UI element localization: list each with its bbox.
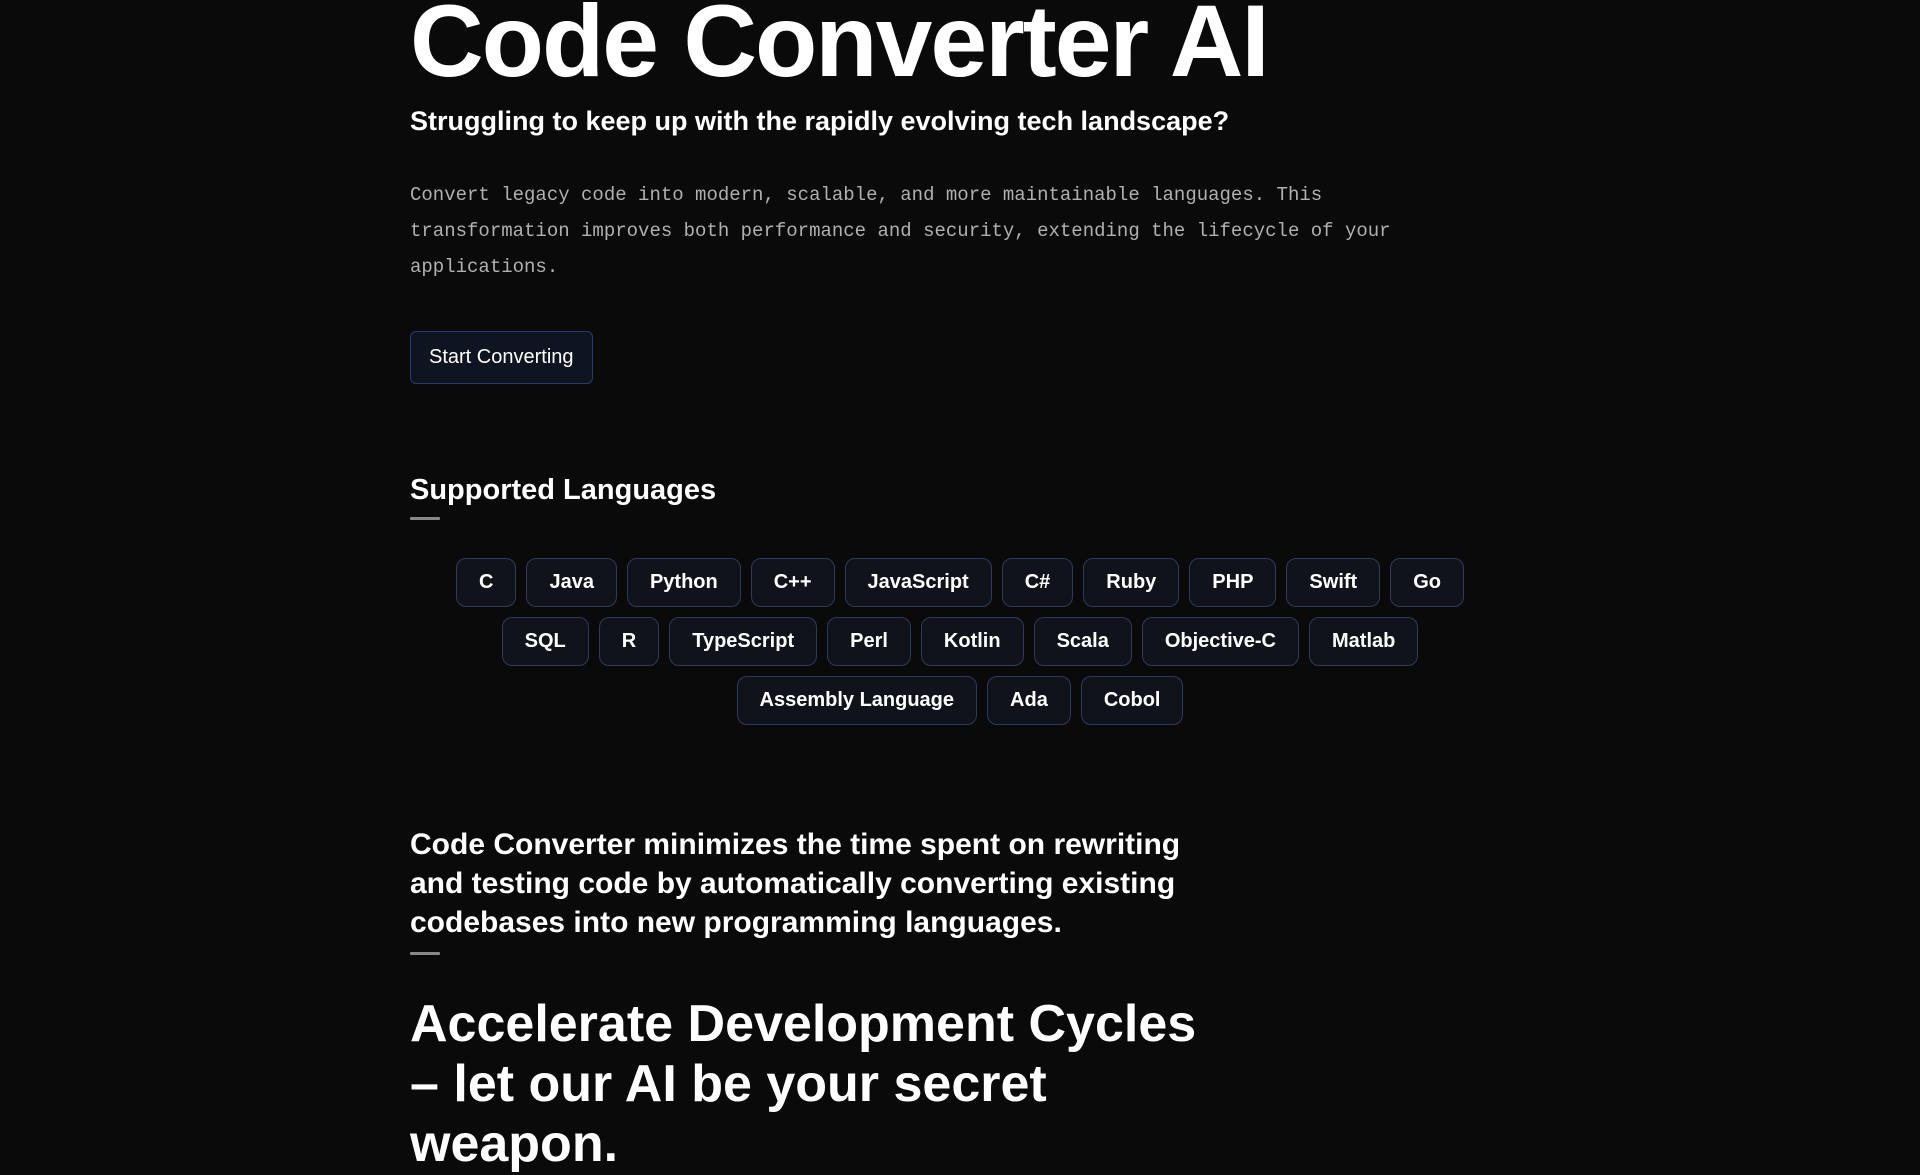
language-chip[interactable]: C# <box>1002 558 1074 607</box>
supported-languages-heading: Supported Languages <box>410 474 1510 507</box>
start-converting-button[interactable]: Start Converting <box>410 331 593 384</box>
language-chip[interactable]: TypeScript <box>669 617 817 666</box>
language-chip[interactable]: Cobol <box>1081 676 1184 725</box>
language-chip[interactable]: Objective-C <box>1142 617 1299 666</box>
language-chip[interactable]: Python <box>627 558 741 607</box>
language-chip[interactable]: R <box>599 617 659 666</box>
language-chip[interactable]: Assembly Language <box>737 676 978 725</box>
language-chip[interactable]: Java <box>526 558 617 607</box>
minimize-heading: Code Converter minimizes the time spent … <box>410 825 1240 942</box>
language-chip[interactable]: PHP <box>1189 558 1276 607</box>
hero-subtitle: Struggling to keep up with the rapidly e… <box>410 106 1510 137</box>
language-chip[interactable]: Ada <box>987 676 1071 725</box>
language-chip[interactable]: Go <box>1390 558 1464 607</box>
hero-description: Convert legacy code into modern, scalabl… <box>410 177 1430 285</box>
language-chip[interactable]: SQL <box>502 617 589 666</box>
language-chip[interactable]: C <box>456 558 516 607</box>
language-chip[interactable]: Perl <box>827 617 911 666</box>
language-chip[interactable]: JavaScript <box>845 558 992 607</box>
language-chip[interactable]: Scala <box>1034 617 1132 666</box>
heading-underline <box>410 517 440 520</box>
accelerate-heading: Accelerate Development Cycles – let our … <box>410 995 1200 1174</box>
language-grid: CJavaPythonC++JavaScriptC#RubyPHPSwiftGo… <box>410 558 1510 725</box>
language-chip[interactable]: Kotlin <box>921 617 1024 666</box>
language-chip[interactable]: Ruby <box>1083 558 1179 607</box>
language-chip[interactable]: Matlab <box>1309 617 1418 666</box>
heading-underline <box>410 952 440 955</box>
language-chip[interactable]: C++ <box>751 558 835 607</box>
language-chip[interactable]: Swift <box>1286 558 1380 607</box>
hero-title: Code Converter AI <box>410 0 1510 92</box>
